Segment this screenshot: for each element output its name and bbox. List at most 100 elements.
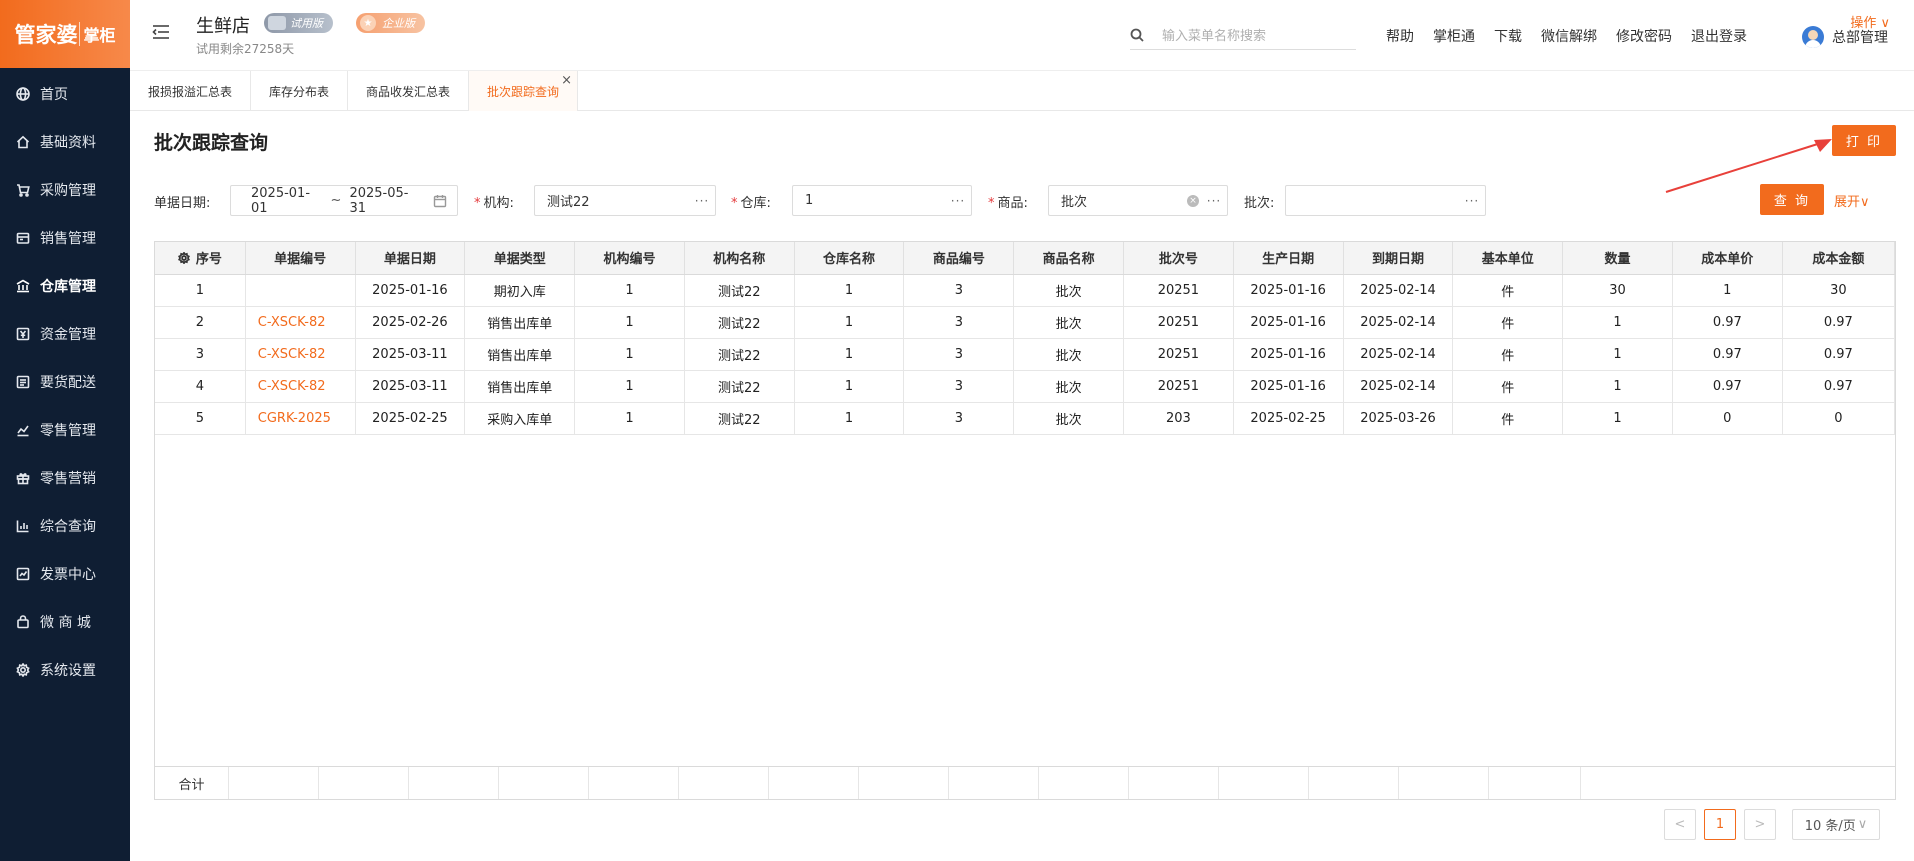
sidebar-item-2[interactable]: 采购管理	[0, 166, 130, 214]
print-button[interactable]: 打 印	[1832, 125, 1896, 156]
column-header-9[interactable]: 批次号	[1123, 242, 1234, 275]
column-settings-icon[interactable]	[177, 251, 190, 265]
goods-value[interactable]: 批次	[1049, 191, 1187, 210]
expand-label[interactable]: 展开	[1834, 195, 1860, 210]
sidebar-item-11[interactable]: 微 商 城	[0, 598, 130, 646]
table-row[interactable]: 4 C-XSCK-82 2025-03-11 销售出库单 1 测试22 1 3 批次 20251 2…	[155, 370, 1896, 403]
sidebar-item-5[interactable]: 资金管理	[0, 310, 130, 358]
sidebar-item-8[interactable]: 零售营销	[0, 454, 130, 502]
sidebar-item-9[interactable]: 综合查询	[0, 502, 130, 550]
tab-3[interactable]: 批次跟踪查询 ×	[469, 71, 579, 111]
column-header-label: 批次号	[1158, 252, 1198, 268]
search-input[interactable]	[1162, 26, 1352, 46]
header-link-3[interactable]: 微信解绑	[1541, 26, 1597, 46]
menu-toggle-icon[interactable]	[152, 24, 170, 40]
column-header-14[interactable]: 成本单价	[1672, 242, 1783, 275]
total-cell	[409, 767, 499, 799]
batch-select[interactable]: ···	[1285, 185, 1486, 216]
doc-number-link[interactable]	[245, 274, 356, 307]
table-cell: 3	[903, 370, 1015, 403]
date-range-picker[interactable]: 2025-01-01 ~ 2025-05-31	[230, 185, 458, 216]
goods-select[interactable]: 批次 × ···	[1048, 185, 1228, 216]
column-header-3[interactable]: 单据类型	[464, 242, 576, 275]
column-header-5[interactable]: 机构名称	[684, 242, 795, 275]
query-button[interactable]: 查 询	[1760, 184, 1824, 215]
table-cell: 2025-01-16	[1233, 370, 1344, 403]
org-select[interactable]: 测试22 ···	[534, 185, 716, 216]
column-header-4[interactable]: 机构编号	[574, 242, 685, 275]
sidebar-item-10[interactable]: 发票中心	[0, 550, 130, 598]
column-header-7[interactable]: 商品编号	[903, 242, 1015, 275]
tab-label[interactable]: 批次跟踪查询	[487, 83, 559, 100]
doc-number-link[interactable]: C-XSCK-82	[245, 370, 356, 403]
date-start[interactable]: 2025-01-01	[231, 186, 323, 216]
table-cell: 2025-02-25	[355, 402, 466, 435]
header-link-0[interactable]: 帮助	[1386, 26, 1414, 46]
more-icon[interactable]: ···	[689, 194, 715, 208]
header-link-5[interactable]: 退出登录	[1691, 26, 1747, 46]
column-header-11[interactable]: 到期日期	[1343, 242, 1454, 275]
more-icon[interactable]: ···	[945, 194, 971, 208]
column-header-12[interactable]: 基本单位	[1452, 242, 1564, 275]
sidebar-item-7[interactable]: 零售管理	[0, 406, 130, 454]
header-link-2[interactable]: 下载	[1494, 26, 1522, 46]
sidebar-item-0[interactable]: 首页	[0, 70, 130, 118]
table-cell: 2025-02-14	[1343, 274, 1454, 307]
column-header-15[interactable]: 成本金额	[1782, 242, 1896, 275]
warehouse-value[interactable]: 1	[793, 193, 945, 208]
page-size-value[interactable]: 10 条/页	[1805, 815, 1856, 834]
table-row[interactable]: 5 CGRK-2025 2025-02-25 采购入库单 1 测试22 1 3 批次 203 202…	[155, 402, 1896, 435]
search-icon[interactable]	[1130, 28, 1144, 42]
table-cell: 0	[1672, 402, 1783, 435]
tab-0[interactable]: 报损报溢汇总表	[130, 71, 252, 111]
doc-number-link[interactable]: C-XSCK-82	[245, 338, 356, 371]
sidebar-item-12[interactable]: 系统设置	[0, 646, 130, 694]
date-end[interactable]: 2025-05-31	[349, 186, 421, 216]
column-header-8[interactable]: 商品名称	[1013, 242, 1125, 275]
table-row[interactable]: 2 C-XSCK-82 2025-02-26 销售出库单 1 测试22 1 3 批次 20251 2…	[155, 306, 1896, 339]
table-row[interactable]: 1 2025-01-16 期初入库 1 测试22 1 3 批次 20251 2025-01-16 2…	[155, 274, 1896, 307]
column-header-13[interactable]: 数量	[1562, 242, 1673, 275]
doc-number-link[interactable]: CGRK-2025	[245, 402, 356, 435]
table-cell: 1	[794, 274, 905, 307]
warehouse-select[interactable]: 1 ···	[792, 185, 972, 216]
more-icon[interactable]: ···	[1459, 194, 1485, 208]
sidebar-item-1[interactable]: 基础资料	[0, 118, 130, 166]
ops-dropdown[interactable]: 操作 ∨	[1850, 12, 1890, 31]
header-link-4[interactable]: 修改密码	[1616, 26, 1672, 46]
table-cell: 2025-02-14	[1343, 338, 1454, 371]
tab-2[interactable]: 商品收发汇总表	[348, 71, 470, 111]
table-cell: 2025-01-16	[1233, 306, 1344, 339]
page-size-select[interactable]: 10 条/页 ∨	[1792, 809, 1880, 840]
avatar[interactable]	[1802, 26, 1824, 48]
column-header-1[interactable]: 单据编号	[245, 242, 356, 275]
calendar-icon[interactable]	[433, 194, 447, 208]
header-link-1[interactable]: 掌柜通	[1433, 26, 1475, 46]
tab-label[interactable]: 库存分布表	[269, 83, 329, 100]
tab-1[interactable]: 库存分布表	[251, 71, 349, 111]
next-page-button[interactable]: >	[1744, 809, 1776, 840]
column-header-10[interactable]: 生产日期	[1233, 242, 1344, 275]
tab-label[interactable]: 报损报溢汇总表	[148, 83, 232, 100]
table-cell: 2025-01-16	[1233, 274, 1344, 307]
page-1-button[interactable]: 1	[1704, 809, 1736, 840]
tab-label[interactable]: 商品收发汇总表	[366, 83, 450, 100]
batch-label: 批次:	[1244, 196, 1275, 211]
org-value[interactable]: 测试22	[535, 191, 689, 210]
ops-label[interactable]: 操作	[1850, 16, 1876, 31]
column-header-2[interactable]: 单据日期	[355, 242, 466, 275]
clear-icon[interactable]: ×	[1187, 194, 1199, 207]
sidebar-item-4[interactable]: 仓库管理	[0, 262, 130, 310]
prev-page-button[interactable]: <	[1664, 809, 1696, 840]
sidebar-item-3[interactable]: 销售管理	[0, 214, 130, 262]
column-header-0[interactable]: 序号	[155, 242, 246, 275]
column-header-6[interactable]: 仓库名称	[794, 242, 905, 275]
expand-toggle[interactable]: 展开∨	[1834, 191, 1870, 210]
close-icon[interactable]: ×	[561, 73, 572, 88]
more-icon[interactable]: ···	[1201, 194, 1227, 208]
doc-number-link[interactable]: C-XSCK-82	[245, 306, 356, 339]
logo-main: 管家婆	[14, 23, 78, 47]
table-row[interactable]: 3 C-XSCK-82 2025-03-11 销售出库单 1 测试22 1 3 批次 20251 2…	[155, 338, 1896, 371]
sidebar-item-6[interactable]: 要货配送	[0, 358, 130, 406]
column-header-label: 仓库名称	[823, 252, 876, 268]
